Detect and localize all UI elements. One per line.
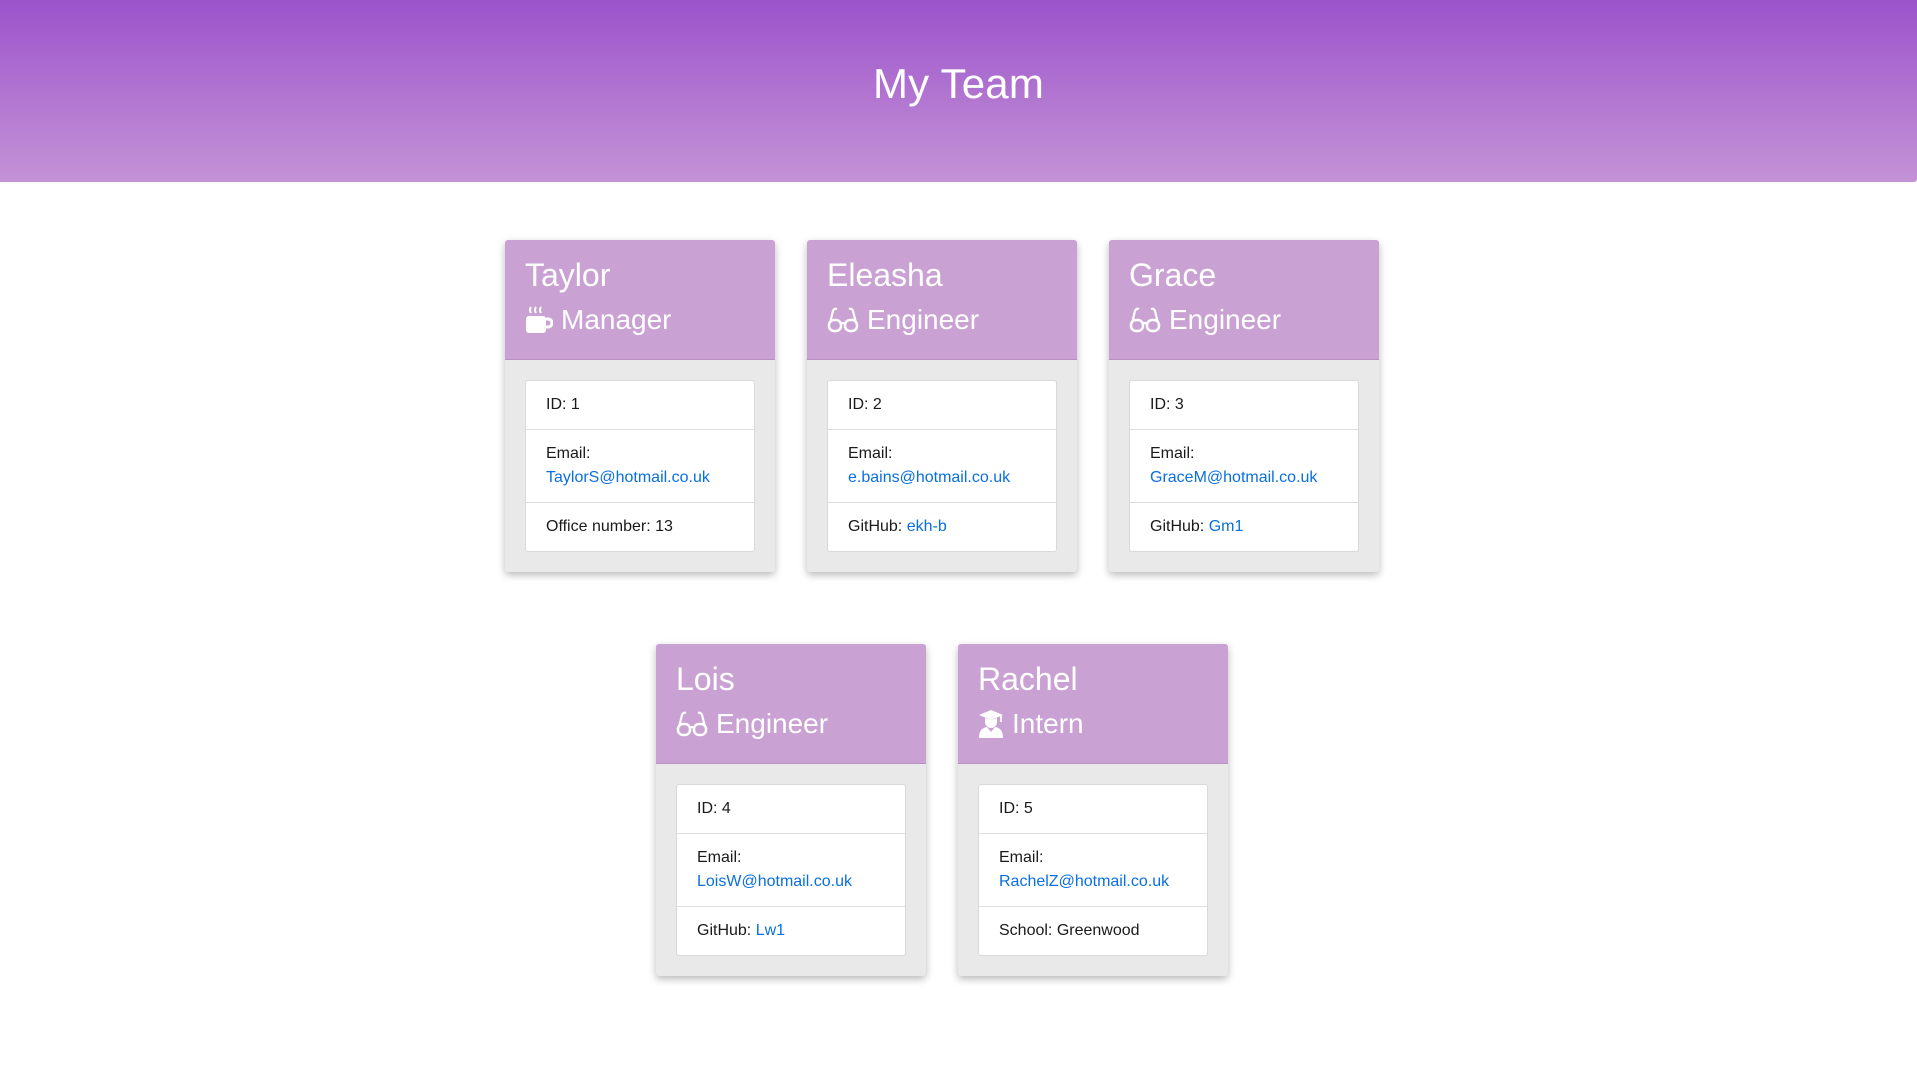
glasses-icon: [1129, 306, 1161, 334]
github-row: GitHub: Gm1: [1130, 503, 1358, 551]
email-link[interactable]: e.bains@hotmail.co.uk: [848, 469, 1010, 486]
email-label: Email:: [546, 445, 591, 462]
card-body: ID: 2 Email: e.bains@hotmail.co.uk GitHub…: [807, 360, 1077, 572]
id-row: ID: 2: [828, 381, 1056, 430]
email-row: Email: RachelZ@hotmail.co.uk: [979, 834, 1207, 907]
id-label: ID:: [999, 800, 1024, 817]
role-label: Engineer: [716, 708, 829, 739]
card-header: Lois Engineer: [656, 644, 926, 764]
id-row: ID: 5: [979, 785, 1207, 834]
school-value: Greenwood: [1056, 922, 1140, 939]
id-row: ID: 1: [526, 381, 754, 430]
card-header: Rachel Intern: [958, 644, 1228, 764]
id-label: ID:: [1150, 396, 1175, 413]
employee-name: Taylor: [525, 257, 611, 293]
email-link[interactable]: RachelZ@hotmail.co.uk: [999, 873, 1169, 890]
email-label: Email:: [999, 849, 1044, 866]
employee-role: Engineer: [827, 298, 1057, 342]
card-body: ID: 4 Email: LoisW@hotmail.co.uk GitHub: …: [656, 764, 926, 976]
card-body: ID: 5 Email: RachelZ@hotmail.co.uk School…: [958, 764, 1228, 976]
github-label: GitHub:: [1150, 518, 1209, 535]
details-list: ID: 4 Email: LoisW@hotmail.co.uk GitHub: …: [676, 784, 906, 956]
github-row: GitHub: Lw1: [677, 907, 905, 955]
id-row: ID: 3: [1130, 381, 1358, 430]
email-link[interactable]: GraceM@hotmail.co.uk: [1150, 469, 1317, 486]
employee-card-eleasha: Eleasha Engineer ID: 2 Email: e.bains@hot…: [807, 240, 1077, 572]
employee-card-grace: Grace Engineer ID: 3 Email: GraceM@hotmai…: [1109, 240, 1379, 572]
employee-name: Rachel: [978, 661, 1078, 697]
email-label: Email:: [1150, 445, 1195, 462]
role-label: Manager: [561, 304, 672, 335]
employee-role: Engineer: [1129, 298, 1359, 342]
email-label: Email:: [848, 445, 893, 462]
office-value: 13: [655, 518, 673, 535]
employee-name: Lois: [676, 661, 735, 697]
id-value: 3: [1174, 396, 1184, 413]
email-link[interactable]: TaylorS@hotmail.co.uk: [546, 469, 710, 486]
github-link[interactable]: ekh-b: [907, 518, 947, 535]
details-list: ID: 1 Email: TaylorS@hotmail.co.uk Office…: [525, 380, 755, 552]
card-body: ID: 3 Email: GraceM@hotmail.co.uk GitHub:…: [1109, 360, 1379, 572]
card-header: Taylor Manager: [505, 240, 775, 360]
employee-name: Grace: [1129, 257, 1217, 293]
id-label: ID:: [546, 396, 571, 413]
employee-role: Intern: [978, 702, 1208, 746]
employee-card-rachel: Rachel Intern ID: 5 Email: RachelZ@hotmai…: [958, 644, 1228, 976]
github-label: GitHub:: [697, 922, 756, 939]
email-row: Email: TaylorS@hotmail.co.uk: [526, 430, 754, 503]
email-row: Email: GraceM@hotmail.co.uk: [1130, 430, 1358, 503]
github-link[interactable]: Lw1: [756, 922, 785, 939]
details-list: ID: 3 Email: GraceM@hotmail.co.uk GitHub:…: [1129, 380, 1359, 552]
school-label: School:: [999, 922, 1057, 939]
id-value: 2: [872, 396, 882, 413]
glasses-icon: [676, 710, 708, 738]
github-link[interactable]: Gm1: [1209, 518, 1244, 535]
email-row: Email: LoisW@hotmail.co.uk: [677, 834, 905, 907]
details-list: ID: 5 Email: RachelZ@hotmail.co.uk School…: [978, 784, 1208, 956]
card-header: Grace Engineer: [1109, 240, 1379, 360]
office-label: Office number:: [546, 518, 656, 535]
office-row: Office number: 13: [526, 503, 754, 551]
id-label: ID:: [697, 800, 722, 817]
employee-card-taylor: Taylor Manager ID: 1 Email: TaylorS@hotma…: [505, 240, 775, 572]
email-link[interactable]: LoisW@hotmail.co.uk: [697, 873, 852, 890]
id-label: ID:: [848, 396, 873, 413]
id-value: 1: [570, 396, 580, 413]
github-label: GitHub:: [848, 518, 907, 535]
email-row: Email: e.bains@hotmail.co.uk: [828, 430, 1056, 503]
employee-role: Manager: [525, 298, 755, 342]
id-value: 4: [721, 800, 731, 817]
employee-name: Eleasha: [827, 257, 943, 293]
employee-card-lois: Lois Engineer ID: 4 Email: LoisW@hotmail.…: [656, 644, 926, 976]
email-label: Email:: [697, 849, 742, 866]
card-header: Eleasha Engineer: [807, 240, 1077, 360]
github-row: GitHub: ekh-b: [828, 503, 1056, 551]
school-row: School: Greenwood: [979, 907, 1207, 955]
id-value: 5: [1023, 800, 1033, 817]
glasses-icon: [827, 306, 859, 334]
role-label: Engineer: [867, 304, 980, 335]
coffee-icon: [525, 305, 553, 335]
graduate-icon: [978, 709, 1004, 739]
role-label: Intern: [1012, 708, 1084, 739]
employee-role: Engineer: [676, 702, 906, 746]
page-header: My Team: [0, 0, 1917, 182]
page-title: My Team: [873, 60, 1044, 107]
id-row: ID: 4: [677, 785, 905, 834]
details-list: ID: 2 Email: e.bains@hotmail.co.uk GitHub…: [827, 380, 1057, 552]
card-body: ID: 1 Email: TaylorS@hotmail.co.uk Office…: [505, 360, 775, 572]
role-label: Engineer: [1169, 304, 1282, 335]
